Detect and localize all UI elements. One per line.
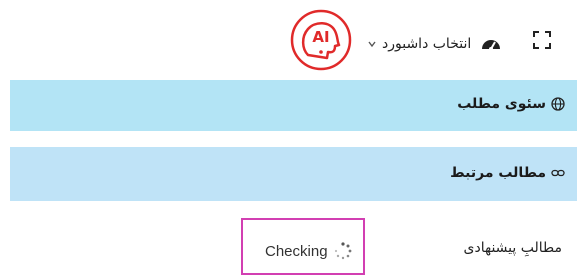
related-panel: مطالب مرتبط bbox=[10, 147, 577, 201]
checking-status-text: Checking bbox=[265, 242, 328, 260]
chevron-down-icon bbox=[368, 41, 376, 48]
checking-status-box: Checking bbox=[241, 218, 365, 275]
link-icon bbox=[551, 169, 565, 177]
fullscreen-icon[interactable] bbox=[532, 30, 552, 50]
seo-panel-header[interactable]: سئوی مطلب bbox=[457, 96, 565, 112]
seo-panel-title: سئوی مطلب bbox=[457, 96, 546, 112]
ai-logo: AI bbox=[290, 9, 352, 71]
globe-icon bbox=[551, 97, 565, 111]
top-toolbar: انتخاب داشبورد AI bbox=[0, 0, 577, 80]
loading-spinner-icon bbox=[334, 242, 351, 260]
ai-logo-text: AI bbox=[312, 28, 329, 46]
suggested-label: مطالبِ پیشنهادی bbox=[463, 240, 562, 256]
related-panel-header[interactable]: مطالب مرتبط bbox=[450, 165, 565, 181]
seo-panel: سئوی مطلب bbox=[10, 80, 577, 131]
dashboard-select-label: انتخاب داشبورد bbox=[382, 36, 472, 52]
speedometer-icon bbox=[482, 40, 501, 51]
dashboard-select[interactable]: انتخاب داشبورد bbox=[368, 32, 501, 56]
related-panel-title: مطالب مرتبط bbox=[450, 165, 546, 181]
